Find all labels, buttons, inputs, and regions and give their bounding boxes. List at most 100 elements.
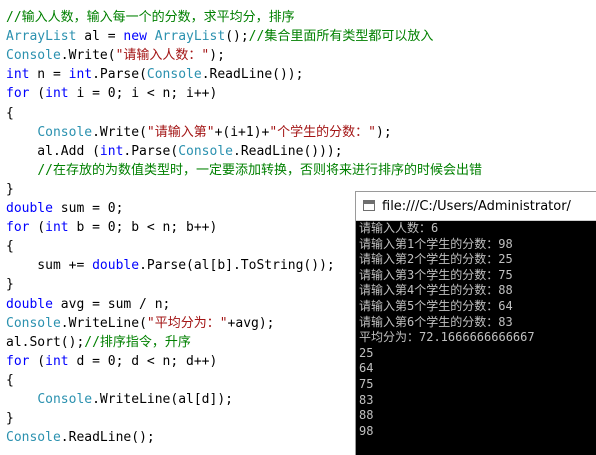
- code-line: Console.ReadLine();: [6, 428, 155, 447]
- code-token: Console: [37, 392, 93, 407]
- code-token: .ReadLine()));: [233, 143, 343, 159]
- code-line: //在存放的为数值类型时，一定要添加转换，否则将来进行排序的时候会出错: [6, 161, 482, 180]
- console-output-line: 83: [359, 392, 374, 407]
- code-token: ArrayList: [6, 29, 77, 45]
- console-output-line: 64: [359, 361, 374, 376]
- console-output-line: 平均分为：72.1666666666667: [359, 330, 535, 345]
- code-token: //排序指令，升序: [84, 334, 191, 350]
- code-token: .WriteLine(: [60, 315, 147, 331]
- code-token: double: [6, 296, 53, 312]
- code-line: Console.WriteLine(al[d]);: [6, 390, 233, 409]
- code-token: Console: [6, 430, 61, 446]
- console-output-line: 请输入第3个学生的分数：75: [359, 267, 513, 282]
- console-output-line: 请输入第5个学生的分数：64: [359, 299, 513, 313]
- code-token: ();: [225, 29, 249, 45]
- code-line: int n = int.Parse(Console.ReadLine());: [6, 65, 303, 84]
- console-output-line: 98: [359, 423, 374, 438]
- code-token: }: [6, 411, 14, 427]
- code-token: +avg);: [227, 315, 275, 331]
- code-token: .Parse(: [123, 143, 179, 159]
- code-token: .ReadLine());: [201, 67, 304, 83]
- code-token: .ReadLine();: [60, 430, 155, 446]
- code-token: {: [6, 105, 14, 121]
- code-token: al =: [76, 29, 124, 45]
- code-token: for: [6, 220, 30, 236]
- code-token: int: [45, 353, 69, 369]
- code-token: {: [6, 372, 14, 388]
- code-token: int: [68, 67, 93, 83]
- console-titlebar[interactable]: file:///C:/Users/Administrator/: [356, 192, 596, 221]
- code-token: double: [6, 201, 53, 216]
- code-token: .Write(: [60, 48, 116, 64]
- console-output-line: 请输入第2个学生的分数：25: [359, 252, 513, 267]
- code-token: int: [6, 67, 30, 83]
- code-line: ArrayList al = new ArrayList();//集合里面所有类…: [6, 27, 433, 46]
- code-token: Console: [146, 67, 202, 83]
- code-line: //输入人数，输入每一个的分数，求平均分，排序: [6, 8, 295, 27]
- console-window[interactable]: file:///C:/Users/Administrator/ 请输入人数：6 请…: [355, 191, 596, 455]
- console-output-line: 75: [359, 377, 374, 391]
- code-token: .Write(: [92, 124, 147, 140]
- code-token: .Parse(al[b].ToString());: [139, 258, 335, 274]
- code-line: }: [6, 180, 14, 199]
- code-token: int: [99, 143, 124, 159]
- code-line: Console.Write("请输入人数：");: [6, 46, 225, 65]
- console-output-line: 88: [359, 408, 374, 423]
- code-token: Console: [37, 124, 93, 140]
- code-token: new: [123, 29, 147, 45]
- console-title: file:///C:/Users/Administrator/: [382, 199, 571, 214]
- code-token: //集合里面所有类型都可以放入: [248, 29, 434, 45]
- console-window-icon: [363, 200, 375, 211]
- code-line: al.Add (int.Parse(Console.ReadLine()));: [6, 142, 343, 161]
- code-token: "个学生的分数：": [269, 124, 377, 140]
- console-output: 请输入人数：6 请输入第1个学生的分数：98 请输入第2个学生的分数：25 请输入第3…: [356, 221, 596, 455]
- code-token: //在存放的为数值类型时，一定要添加转换，否则将来进行排序的时候会出错: [37, 162, 482, 178]
- console-output-line: 请输入第1个学生的分数：98: [359, 236, 513, 251]
- code-token: sum +=: [6, 258, 93, 274]
- code-token: //输入人数，输入每一个的分数，求平均分，排序: [6, 10, 295, 25]
- code-token: sum = 0;: [52, 201, 124, 216]
- code-token: "平均分为：": [146, 315, 228, 331]
- code-token: +(i+1)+: [214, 124, 270, 140]
- code-token: int: [45, 86, 69, 102]
- console-output-line: 请输入第4个学生的分数：88: [359, 283, 513, 298]
- code-token: }: [6, 277, 14, 293]
- code-line: Console.WriteLine("平均分为："+avg);: [6, 314, 275, 333]
- code-token: i = 0; i < n; i++): [68, 86, 218, 102]
- code-token: d = 0; d < n; d++): [68, 353, 218, 369]
- code-line: Console.Write("请输入第"+(i+1)+"个学生的分数：");: [6, 123, 392, 142]
- code-line: for (int b = 0; b < n; b++): [6, 218, 217, 237]
- code-token: al.Add (: [6, 143, 100, 159]
- code-token: double: [92, 258, 140, 274]
- console-output-line: 请输入第6个学生的分数：83: [359, 314, 513, 329]
- code-token: b = 0; b < n; b++): [68, 220, 218, 236]
- code-token: (: [29, 353, 46, 369]
- code-line: {: [6, 104, 14, 123]
- code-token: for: [6, 86, 30, 102]
- code-line: double sum = 0;: [6, 199, 123, 218]
- console-output-line: 25: [359, 345, 374, 360]
- code-token: );: [209, 48, 225, 64]
- code-token: "请输入人数：": [115, 48, 210, 64]
- code-token: "请输入第": [146, 124, 215, 140]
- code-line: {: [6, 237, 14, 256]
- code-line: }: [6, 409, 14, 428]
- code-token: for: [6, 353, 30, 369]
- code-line: {: [6, 371, 14, 390]
- code-token: .WriteLine(al[d]);: [92, 392, 233, 407]
- code-line: al.Sort();//排序指令，升序: [6, 333, 191, 352]
- code-token: Console: [6, 48, 61, 64]
- code-token: (: [29, 86, 46, 102]
- code-token: (: [29, 220, 46, 236]
- code-line: for (int d = 0; d < n; d++): [6, 352, 217, 371]
- code-token: n =: [29, 67, 69, 83]
- code-token: );: [376, 124, 392, 140]
- code-token: {: [6, 239, 14, 255]
- code-token: ArrayList: [154, 29, 226, 45]
- code-token: al.Sort();: [6, 334, 85, 350]
- code-token: avg = sum / n;: [52, 296, 171, 312]
